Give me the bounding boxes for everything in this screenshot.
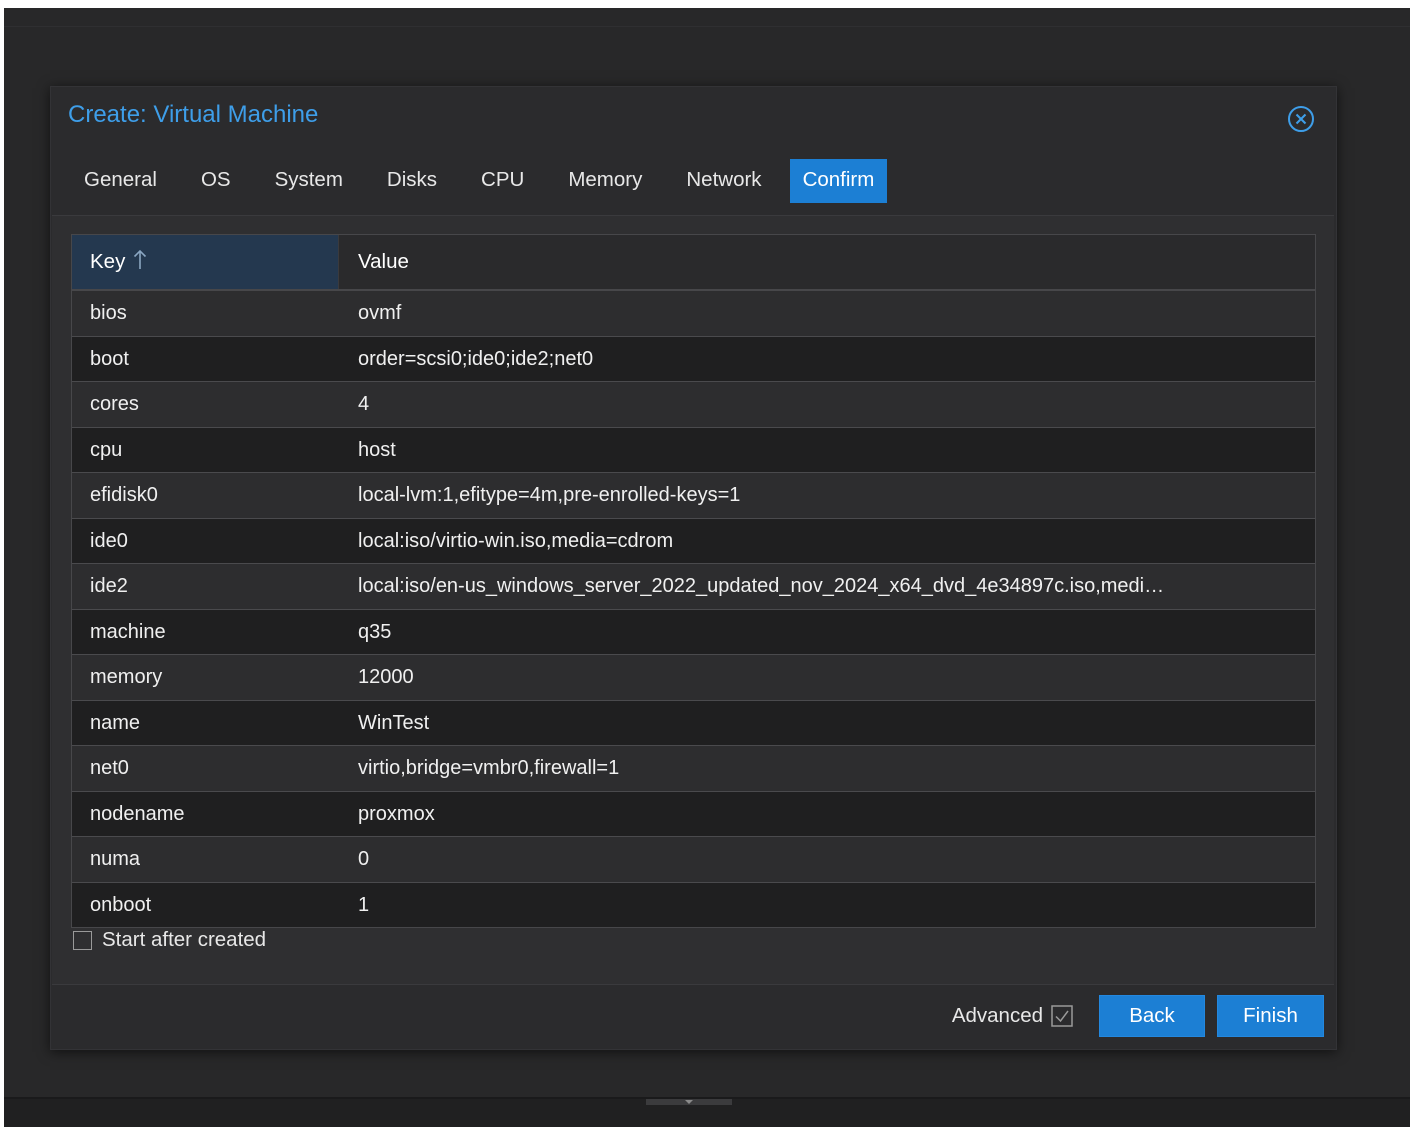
row-value: proxmox <box>358 802 435 825</box>
column-header-value[interactable]: Value <box>339 235 1315 289</box>
tab-cpu[interactable]: CPU <box>465 159 540 203</box>
bottom-panel <box>4 1097 1410 1127</box>
row-key: ide0 <box>90 529 128 552</box>
confirm-panel: Key Value bios ovmf boot order=scsi0;ide0;i… <box>52 215 1334 985</box>
row-value: WinTest <box>358 711 430 734</box>
desktop-background: Create: Virtual Machine General OS System D… <box>4 8 1410 1127</box>
grid-body: bios ovmf boot order=scsi0;ide0;ide2;net0 co… <box>72 291 1315 927</box>
row-key: machine <box>90 620 166 643</box>
wizard-tabs: General OS System Disks CPU Memory Network Conf… <box>68 159 899 203</box>
table-row[interactable]: numa 0 <box>72 837 1315 883</box>
table-row[interactable]: memory 12000 <box>72 655 1315 701</box>
close-icon[interactable] <box>1287 105 1315 133</box>
row-value: local:iso/virtio-win.iso,media=cdrom <box>358 529 674 552</box>
start-after-created-label: Start after created <box>102 928 267 951</box>
table-row[interactable]: bios ovmf <box>72 291 1315 337</box>
row-key: onboot <box>90 893 152 916</box>
table-row[interactable]: boot order=scsi0;ide0;ide2;net0 <box>72 336 1315 382</box>
create-vm-dialog: Create: Virtual Machine General OS System D… <box>50 86 1337 1050</box>
tab-os[interactable]: OS <box>185 159 247 203</box>
row-value: host <box>358 438 396 461</box>
start-after-created-checkbox[interactable] <box>73 930 92 950</box>
table-row[interactable]: cores 4 <box>72 382 1315 428</box>
row-value: 12000 <box>358 666 414 688</box>
row-key: bios <box>90 302 127 324</box>
row-value: 4 <box>358 393 370 415</box>
advanced-label: Advanced <box>951 1004 1043 1027</box>
row-value: local:iso/en-us_windows_server_2022_upda… <box>358 575 1165 597</box>
row-value: 1 <box>358 893 370 916</box>
row-key: numa <box>90 848 141 870</box>
grid-header: Key Value <box>72 235 1315 291</box>
tab-disks[interactable]: Disks <box>371 159 453 203</box>
row-value: virtio,bridge=vmbr0,firewall=1 <box>358 757 620 779</box>
back-button[interactable]: Back <box>1099 995 1205 1037</box>
column-header-key-label: Key <box>90 250 126 273</box>
table-row[interactable]: ide2 local:iso/en-us_windows_server_2022_… <box>72 564 1315 610</box>
row-key: memory <box>90 666 163 688</box>
tab-memory[interactable]: Memory <box>552 159 658 203</box>
background-divider <box>4 26 1410 27</box>
row-value: ovmf <box>358 302 402 324</box>
table-row[interactable]: name WinTest <box>72 700 1315 746</box>
table-row[interactable]: onboot 1 <box>72 882 1315 927</box>
row-value: 0 <box>358 848 370 870</box>
table-row[interactable]: nodename proxmox <box>72 791 1315 837</box>
row-key: nodename <box>90 802 185 825</box>
row-key: cpu <box>90 438 123 461</box>
tab-network[interactable]: Network <box>670 159 777 203</box>
tab-system[interactable]: System <box>259 159 359 203</box>
row-key: ide2 <box>90 575 128 597</box>
row-value: q35 <box>358 620 392 643</box>
row-key: cores <box>90 393 139 415</box>
row-key: efidisk0 <box>90 484 158 506</box>
column-header-value-label: Value <box>358 250 409 273</box>
row-value: order=scsi0;ide0;ide2;net0 <box>358 347 594 370</box>
row-key: name <box>90 711 141 734</box>
finish-button[interactable]: Finish <box>1217 995 1324 1037</box>
start-after-created-option[interactable]: Start after created <box>73 928 266 952</box>
row-value: local-lvm:1,efitype=4m,pre-enrolled-keys… <box>358 484 741 506</box>
panel-collapse-handle[interactable] <box>646 1099 732 1105</box>
table-row[interactable]: cpu host <box>72 427 1315 473</box>
table-row[interactable]: efidisk0 local-lvm:1,efitype=4m,pre-enrol… <box>72 473 1315 519</box>
config-summary-grid: Key Value bios ovmf boot order=scsi0;ide0;i… <box>71 234 1316 928</box>
advanced-checkbox[interactable] <box>1051 1005 1073 1027</box>
row-key: boot <box>90 347 129 370</box>
table-row[interactable]: net0 virtio,bridge=vmbr0,firewall=1 <box>72 746 1315 792</box>
tab-confirm[interactable]: Confirm <box>789 159 888 203</box>
row-key: net0 <box>90 757 129 779</box>
dialog-title: Create: Virtual Machine <box>68 101 319 128</box>
dialog-footer: Advanced Back Finish <box>952 995 1324 1037</box>
arrow-up-icon <box>133 248 147 276</box>
table-row[interactable]: ide0 local:iso/virtio-win.iso,media=cdrom <box>72 518 1315 564</box>
table-row[interactable]: machine q35 <box>72 609 1315 655</box>
column-header-key[interactable]: Key <box>72 235 339 289</box>
tab-general[interactable]: General <box>68 159 173 203</box>
